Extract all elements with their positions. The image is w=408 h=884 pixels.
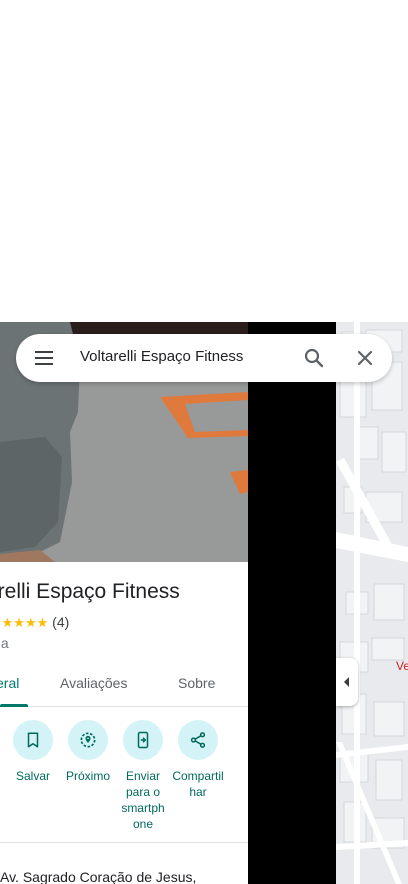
place-title: arelli Espaço Fitness xyxy=(0,580,180,603)
tab-overview[interactable]: eral xyxy=(0,675,19,691)
tab-overview-label: eral xyxy=(0,675,20,691)
review-count[interactable]: (4) xyxy=(52,614,69,630)
send-to-phone-button[interactable]: Enviar para o smartph one xyxy=(115,720,171,832)
close-icon[interactable] xyxy=(353,346,377,370)
blank-area xyxy=(0,0,408,322)
place-panel: arelli Espaço Fitness ★★★★★ (4) nia eral… xyxy=(0,322,248,884)
send-to-phone-label: Enviar para o smartph one xyxy=(121,769,165,831)
save-button[interactable]: Salvar xyxy=(5,720,61,784)
rating-row[interactable]: ★★★★★ (4) xyxy=(0,614,69,631)
search-input[interactable]: Voltarelli Espaço Fitness xyxy=(80,348,243,365)
tab-bar: eral Avaliações Sobre xyxy=(0,662,248,707)
nearby-label: Próximo xyxy=(65,769,110,783)
search-icon[interactable] xyxy=(302,346,326,370)
map-place-label: Ve xyxy=(396,659,408,673)
menu-icon[interactable] xyxy=(32,346,56,370)
share-icon xyxy=(178,720,218,760)
place-category[interactable]: nia xyxy=(0,635,9,651)
address-text[interactable]: Av. Sagrado Coração de Jesus, xyxy=(0,869,196,884)
blank-black-area xyxy=(248,322,336,884)
tab-reviews[interactable]: Avaliações xyxy=(60,675,127,691)
save-label: Salvar xyxy=(15,769,50,783)
share-button[interactable]: Compartil har xyxy=(170,720,226,800)
collapse-panel-button[interactable] xyxy=(336,658,358,706)
nearby-icon xyxy=(68,720,108,760)
send-to-phone-icon xyxy=(123,720,163,760)
active-tab-indicator xyxy=(0,704,28,707)
action-buttons: Salvar Próximo Enviar para o smartph one xyxy=(0,720,248,840)
nearby-button[interactable]: Próximo xyxy=(60,720,116,784)
divider xyxy=(0,842,248,843)
share-label: Compartil har xyxy=(172,769,224,799)
search-box[interactable]: Voltarelli Espaço Fitness xyxy=(16,334,392,382)
bookmark-icon xyxy=(13,720,53,760)
chevron-left-icon xyxy=(344,677,349,687)
map-view[interactable]: Ve xyxy=(336,322,408,884)
tab-about[interactable]: Sobre xyxy=(178,675,215,691)
rating-stars: ★★★★★ xyxy=(0,615,49,630)
